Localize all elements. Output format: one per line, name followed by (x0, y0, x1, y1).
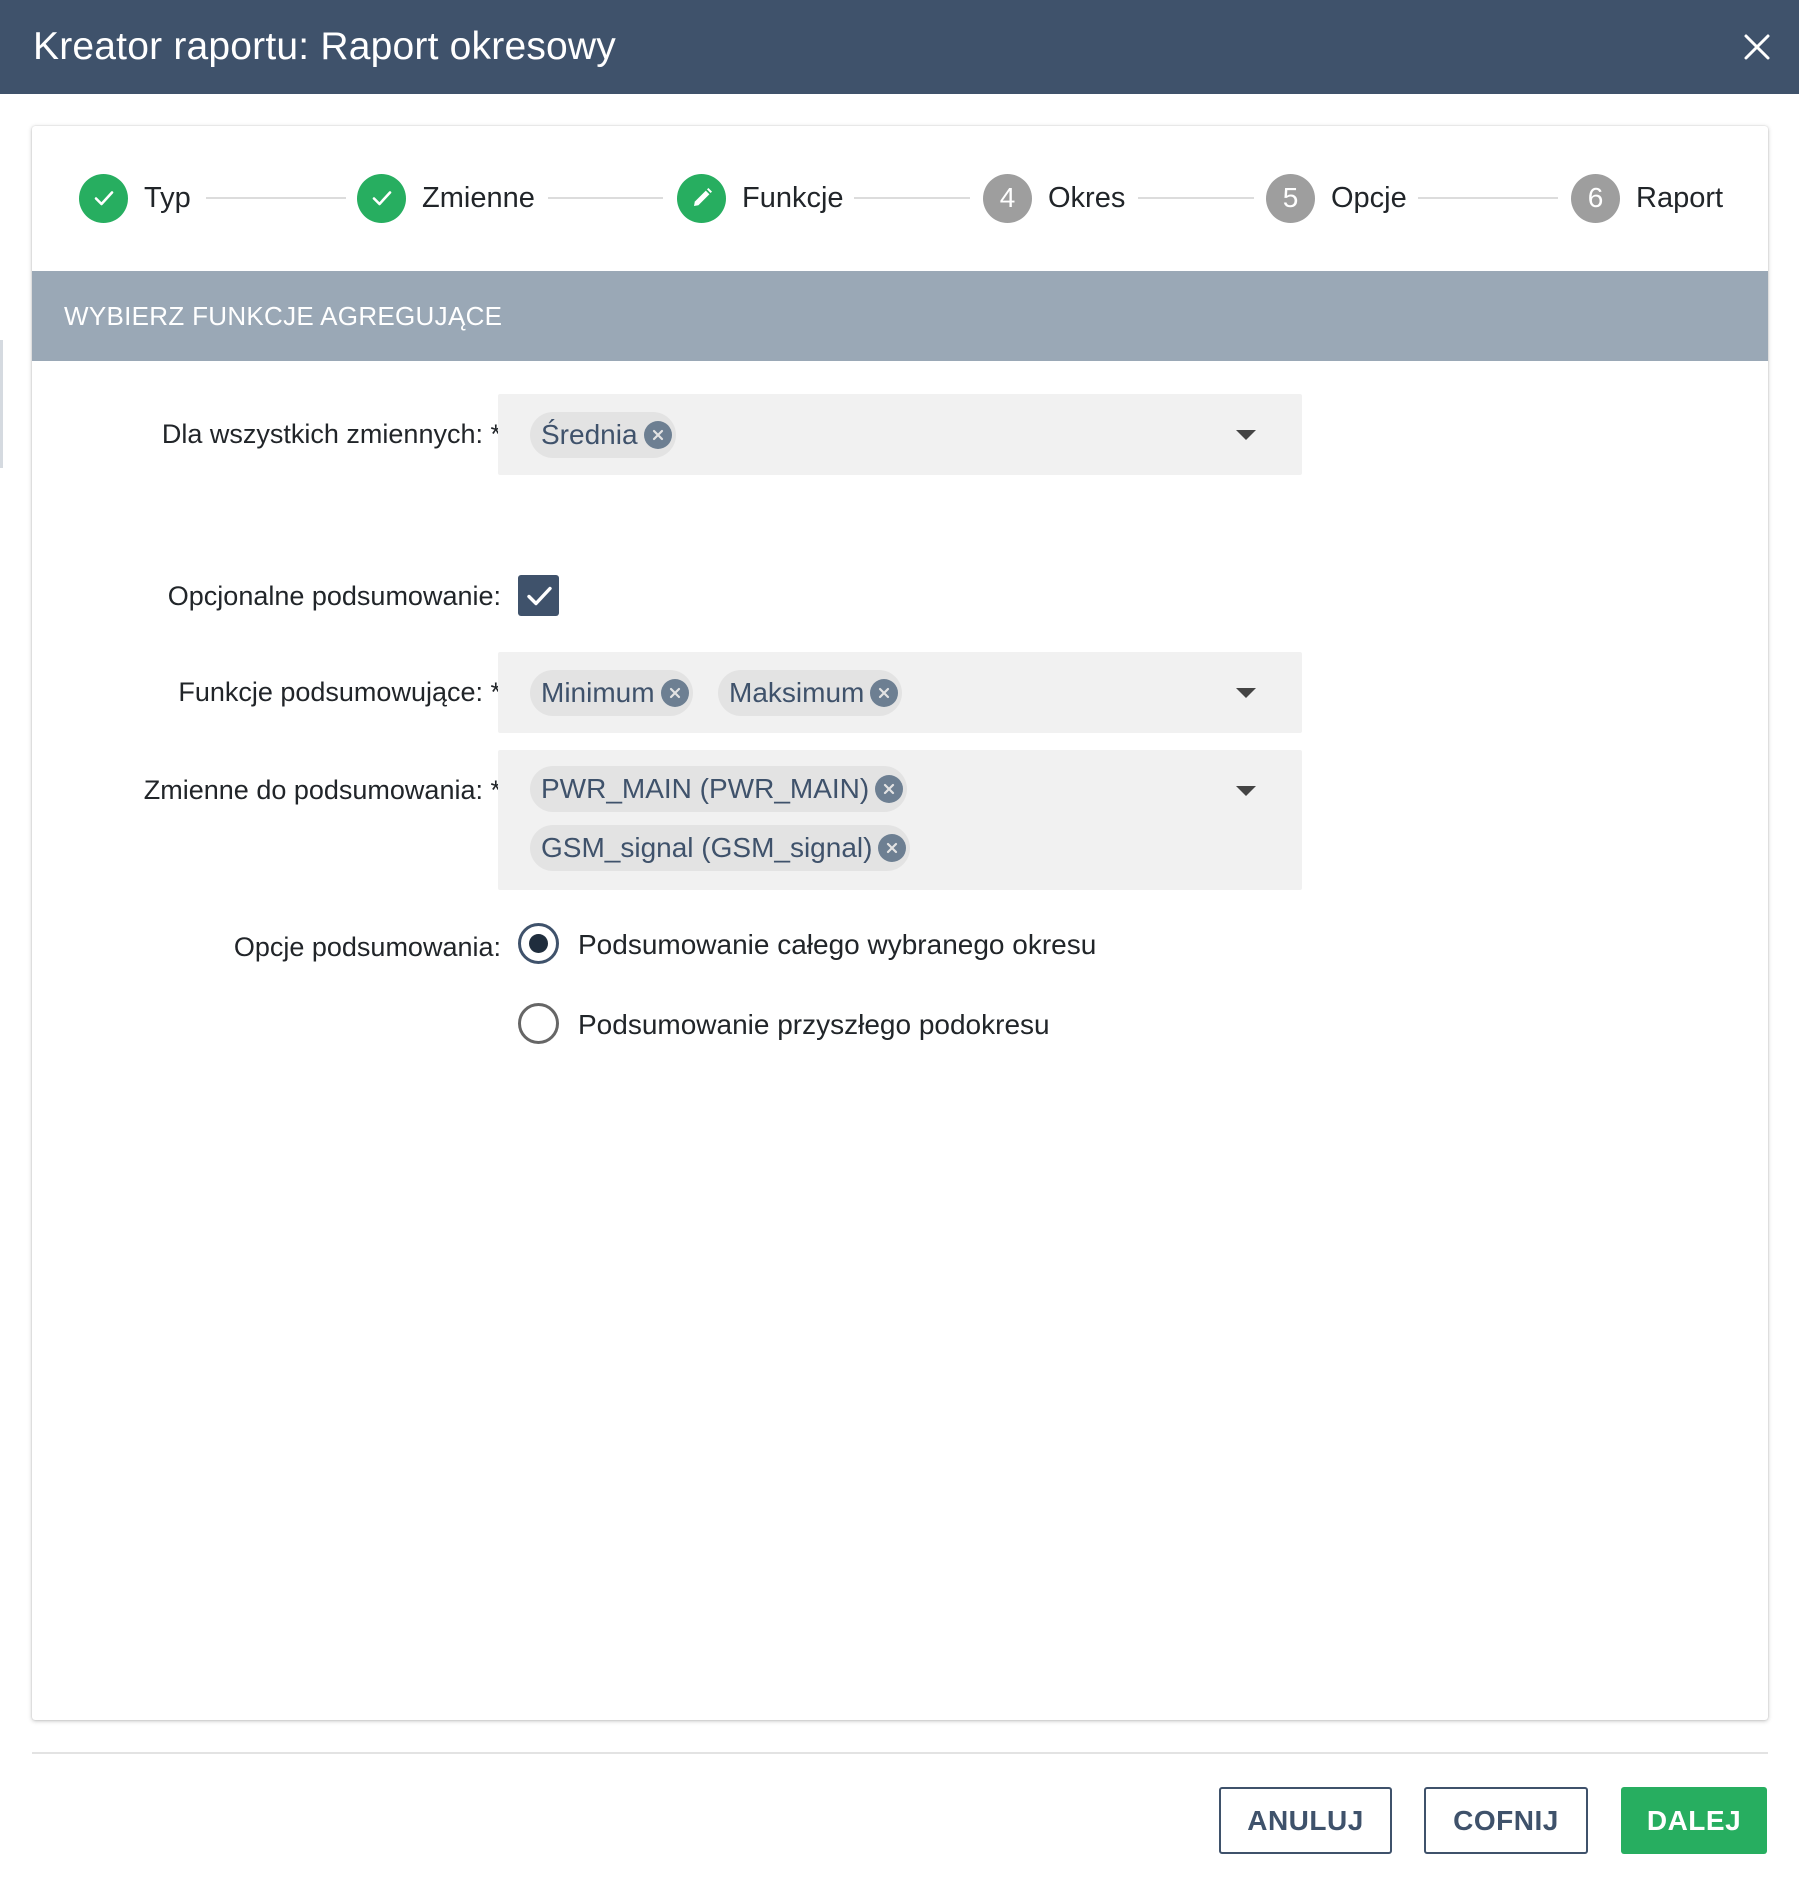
step-label: Zmienne (422, 181, 535, 214)
summary-vars-select[interactable]: PWR_MAIN (PWR_MAIN) GSM_signal (GSM_sign… (498, 750, 1302, 890)
chip-label: Maksimum (729, 677, 865, 708)
step-connector (548, 197, 663, 199)
radio-dot (529, 934, 548, 953)
step-connector (1418, 197, 1558, 199)
step-label: Funkcje (742, 181, 844, 214)
step-connector (206, 197, 346, 199)
radio-future-subperiod-label[interactable]: Podsumowanie przyszłego podokresu (578, 1009, 1050, 1041)
radio-whole-period[interactable] (518, 923, 559, 964)
all-vars-label: Dla wszystkich zmiennych: * (161, 419, 501, 449)
remove-chip-icon[interactable] (878, 834, 907, 862)
section-title: WYBIERZ FUNKCJE AGREGUJĄCE (32, 271, 1768, 361)
step-opcje[interactable]: 5 Opcje (1266, 173, 1407, 223)
wizard-card: Typ Zmienne Funkcje 4 Okres 5 Opcje 6 Ra… (32, 126, 1768, 1720)
step-connector (1138, 197, 1254, 199)
step-raport[interactable]: 6 Raport (1571, 173, 1723, 223)
optional-summary-checkbox[interactable] (518, 575, 559, 616)
step-funkcje[interactable]: Funkcje (677, 173, 844, 223)
remove-chip-icon[interactable] (875, 775, 904, 803)
chip: Maksimum (718, 670, 903, 716)
chip-label: Minimum (541, 677, 655, 708)
step-typ[interactable]: Typ (79, 173, 191, 223)
pencil-icon (677, 173, 726, 223)
step-number: 6 (1571, 173, 1620, 223)
step-label: Opcje (1331, 181, 1407, 214)
background-edge (0, 340, 3, 468)
summary-functions-select[interactable]: Minimum Maksimum (498, 652, 1302, 733)
chevron-down-icon[interactable] (1236, 430, 1256, 440)
chevron-down-icon[interactable] (1236, 688, 1256, 698)
footer-divider (32, 1752, 1768, 1754)
remove-chip-icon[interactable] (660, 679, 689, 707)
wizard-stepper: Typ Zmienne Funkcje 4 Okres 5 Opcje 6 Ra… (32, 126, 1768, 271)
cancel-button[interactable]: ANULUJ (1219, 1787, 1392, 1854)
chip: PWR_MAIN (PWR_MAIN) (530, 766, 908, 812)
all-vars-select[interactable]: Średnia (498, 394, 1302, 475)
summary-options-label: Opcje podsumowania: (233, 932, 501, 962)
chevron-down-icon[interactable] (1236, 786, 1256, 796)
chip-label: Średnia (541, 419, 638, 450)
chip: Średnia (530, 412, 676, 458)
chip: Minimum (530, 670, 693, 716)
step-label: Typ (144, 181, 191, 214)
chip: GSM_signal (GSM_signal) (530, 825, 911, 871)
step-number: 5 (1266, 173, 1315, 223)
check-icon (357, 173, 406, 223)
step-connector (854, 197, 970, 199)
check-icon (79, 173, 128, 223)
step-number: 4 (983, 173, 1032, 223)
chip-label: PWR_MAIN (PWR_MAIN) (541, 773, 870, 804)
step-label: Okres (1048, 181, 1126, 214)
back-button[interactable]: COFNIJ (1424, 1787, 1588, 1854)
summary-functions-label: Funkcje podsumowujące: * (178, 677, 501, 707)
check-icon (526, 586, 552, 605)
summary-vars-label: Zmienne do podsumowania: * (143, 775, 501, 805)
step-label: Raport (1636, 181, 1724, 214)
close-icon[interactable] (1737, 27, 1777, 67)
dialog-titlebar: Kreator raportu: Raport okresowy (0, 0, 1799, 94)
remove-chip-icon[interactable] (643, 421, 672, 449)
step-okres[interactable]: 4 Okres (983, 173, 1125, 223)
remove-chip-icon[interactable] (870, 679, 899, 707)
step-zmienne[interactable]: Zmienne (357, 173, 535, 223)
radio-future-subperiod[interactable] (518, 1003, 559, 1044)
optional-summary-label: Opcjonalne podsumowanie: (167, 581, 501, 611)
dialog-title: Kreator raportu: Raport okresowy (33, 25, 616, 68)
chip-label: GSM_signal (GSM_signal) (541, 832, 873, 863)
next-button[interactable]: DALEJ (1621, 1787, 1767, 1854)
radio-whole-period-label[interactable]: Podsumowanie całego wybranego okresu (578, 929, 1096, 961)
